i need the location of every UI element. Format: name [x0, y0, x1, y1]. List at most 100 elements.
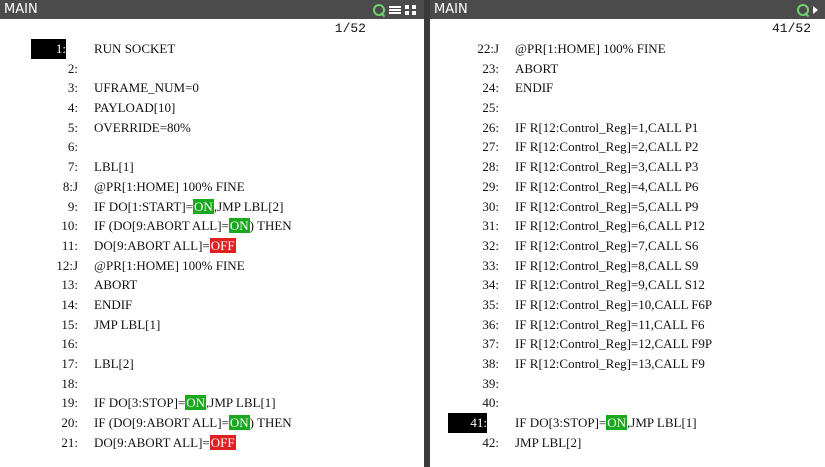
- line-number: 13:: [61, 277, 78, 293]
- program-line[interactable]: 36: IF R[12:Control_Reg]=11,CALL F6: [430, 315, 825, 335]
- statement: IF DO[3:STOP]=ON,JMP LBL[1]: [499, 413, 697, 433]
- line-number-gutter: 29:: [430, 177, 499, 197]
- program-line[interactable]: 35: IF R[12:Control_Reg]=10,CALL F6P: [430, 295, 825, 315]
- program-line[interactable]: 39:: [430, 374, 825, 394]
- program-line[interactable]: 42: JMP LBL[2]: [430, 433, 825, 453]
- program-line[interactable]: 28: IF R[12:Control_Reg]=3,CALL P3: [430, 157, 825, 177]
- statement-text: IF (DO[9:ABORT ALL]=: [94, 218, 229, 234]
- program-line[interactable]: 33: IF R[12:Control_Reg]=8,CALL S9: [430, 256, 825, 276]
- statement: ENDIF: [78, 295, 132, 315]
- statement-text: LBL[1]: [94, 159, 134, 175]
- program-line[interactable]: 6:: [0, 137, 424, 157]
- program-pane-right[interactable]: MAIN 41/52 22:J @PR[1:HOME] 100% FINE 23: A…: [430, 0, 825, 467]
- line-number-gutter: 34:: [430, 275, 499, 295]
- statement: @PR[1:HOME] 100% FINE: [78, 256, 245, 276]
- program-line[interactable]: 37: IF R[12:Control_Reg]=12,CALL F9P: [430, 334, 825, 354]
- program-line[interactable]: 19: IF DO[3:STOP]=ON,JMP LBL[1]: [0, 393, 424, 413]
- pane-title: MAIN: [434, 2, 468, 17]
- program-line[interactable]: 21: DO[9:ABORT ALL]=OFF: [0, 433, 424, 453]
- program-line[interactable]: 31: IF R[12:Control_Reg]=6,CALL P12: [430, 216, 825, 236]
- program-line[interactable]: 32: IF R[12:Control_Reg]=7,CALL S6: [430, 236, 825, 256]
- program-pane-left[interactable]: MAIN 1/52 1: RUN SOCKET 2: 3: UFRAME_NUM=0 4:…: [0, 0, 424, 467]
- program-line[interactable]: 7: LBL[1]: [0, 157, 424, 177]
- program-line[interactable]: 11: DO[9:ABORT ALL]=OFF: [0, 236, 424, 256]
- line-number-gutter: 31:: [430, 216, 499, 236]
- line-number-gutter: 13:: [0, 275, 78, 295]
- program-listing: 1: RUN SOCKET 2: 3: UFRAME_NUM=0 4: PAYLOAD[10…: [0, 39, 424, 452]
- program-line[interactable]: 1: RUN SOCKET: [0, 39, 424, 59]
- maximize-icon[interactable]: [404, 3, 418, 17]
- statement-text: DO[9:ABORT ALL]=: [94, 434, 210, 450]
- statement: DO[9:ABORT ALL]=OFF: [78, 433, 236, 453]
- statement-text: @PR[1:HOME] 100% FINE: [515, 41, 666, 56]
- line-number: 38:: [482, 356, 499, 371]
- program-line[interactable]: 13: ABORT: [0, 275, 424, 295]
- program-line[interactable]: 2:: [0, 59, 424, 79]
- line-number-gutter: 23:: [430, 59, 499, 79]
- search-icon[interactable]: [372, 3, 386, 17]
- line-number-gutter: 19:: [0, 393, 78, 413]
- program-line[interactable]: 8:J @PR[1:HOME] 100% FINE: [0, 177, 424, 197]
- line-number-gutter: 36:: [430, 315, 499, 335]
- program-line[interactable]: 14: ENDIF: [0, 295, 424, 315]
- status-on-badge: ON: [606, 415, 628, 431]
- program-line[interactable]: 41: IF DO[3:STOP]=ON,JMP LBL[1]: [430, 413, 825, 433]
- program-line[interactable]: 29: IF R[12:Control_Reg]=4,CALL P6: [430, 177, 825, 197]
- program-line[interactable]: 25:: [430, 98, 825, 118]
- line-number: 42:: [482, 434, 499, 450]
- program-line[interactable]: 23: ABORT: [430, 59, 825, 79]
- statement-text: IF R[12:Control_Reg]=5,CALL P9: [515, 198, 699, 214]
- line-number: 35:: [482, 296, 499, 312]
- pane-title: MAIN: [4, 2, 38, 17]
- statement-text: JMP LBL[1]: [94, 316, 161, 332]
- statement: IF R[12:Control_Reg]=3,CALL P3: [499, 157, 698, 177]
- line-number: 21:: [61, 434, 78, 450]
- program-line[interactable]: 3: UFRAME_NUM=0: [0, 78, 424, 98]
- program-line[interactable]: 17: LBL[2]: [0, 354, 424, 374]
- status-on-badge: ON: [185, 395, 207, 411]
- program-line[interactable]: 12:J @PR[1:HOME] 100% FINE: [0, 256, 424, 276]
- statement-text: ) THEN: [249, 415, 292, 431]
- line-number-gutter: 1:: [0, 39, 78, 59]
- line-number-gutter: 10:: [0, 216, 78, 236]
- program-line[interactable]: 24: ENDIF: [430, 78, 825, 98]
- statement: IF DO[3:STOP]=ON,JMP LBL[1]: [78, 393, 276, 413]
- menu-icon[interactable]: [389, 3, 401, 17]
- program-line[interactable]: 20: IF (DO[9:ABORT ALL]=ON) THEN: [0, 413, 424, 433]
- program-line[interactable]: 22:J @PR[1:HOME] 100% FINE: [430, 39, 825, 59]
- program-line[interactable]: 16:: [0, 334, 424, 354]
- line-number-gutter: 24:: [430, 78, 499, 98]
- line-number: 9:: [67, 198, 78, 214]
- line-number: 12:J: [56, 257, 78, 273]
- line-number-gutter: 3:: [0, 78, 78, 98]
- statement-text: IF DO[1:START]=: [94, 198, 194, 214]
- line-number: 25:: [482, 100, 499, 116]
- program-line[interactable]: 40:: [430, 393, 825, 413]
- statement: IF R[12:Control_Reg]=10,CALL F6P: [499, 295, 712, 315]
- program-line[interactable]: 34: IF R[12:Control_Reg]=9,CALL S12: [430, 275, 825, 295]
- line-number-gutter: 26:: [430, 118, 499, 138]
- line-number: 36:: [482, 316, 499, 332]
- program-line[interactable]: 38: IF R[12:Control_Reg]=13,CALL F9: [430, 354, 825, 374]
- statement-text: OVERRIDE=80%: [94, 119, 191, 135]
- statement-text: IF DO[3:STOP]=: [515, 415, 607, 431]
- program-line[interactable]: 4: PAYLOAD[10]: [0, 98, 424, 118]
- next-icon[interactable]: [813, 3, 819, 17]
- statement-text: ) THEN: [249, 218, 292, 234]
- program-line[interactable]: 10: IF (DO[9:ABORT ALL]=ON) THEN: [0, 216, 424, 236]
- search-icon[interactable]: [796, 3, 810, 17]
- program-line[interactable]: 5: OVERRIDE=80%: [0, 118, 424, 138]
- program-line[interactable]: 26: IF R[12:Control_Reg]=1,CALL P1: [430, 118, 825, 138]
- statement-text: ABORT: [515, 60, 559, 76]
- program-line[interactable]: 18:: [0, 374, 424, 394]
- program-line[interactable]: 15: JMP LBL[1]: [0, 315, 424, 335]
- program-line[interactable]: 9: IF DO[1:START]=ON,JMP LBL[2]: [0, 197, 424, 217]
- line-number: 26:: [482, 119, 499, 135]
- program-line[interactable]: 27: IF R[12:Control_Reg]=2,CALL P2: [430, 137, 825, 157]
- line-number: 29:: [482, 178, 499, 194]
- line-number-gutter: 11:: [0, 236, 78, 256]
- line-number-gutter: 20:: [0, 413, 78, 433]
- program-line[interactable]: 30: IF R[12:Control_Reg]=5,CALL P9: [430, 197, 825, 217]
- statement: IF R[12:Control_Reg]=1,CALL P1: [499, 118, 698, 138]
- line-number-gutter: 6:: [0, 137, 78, 157]
